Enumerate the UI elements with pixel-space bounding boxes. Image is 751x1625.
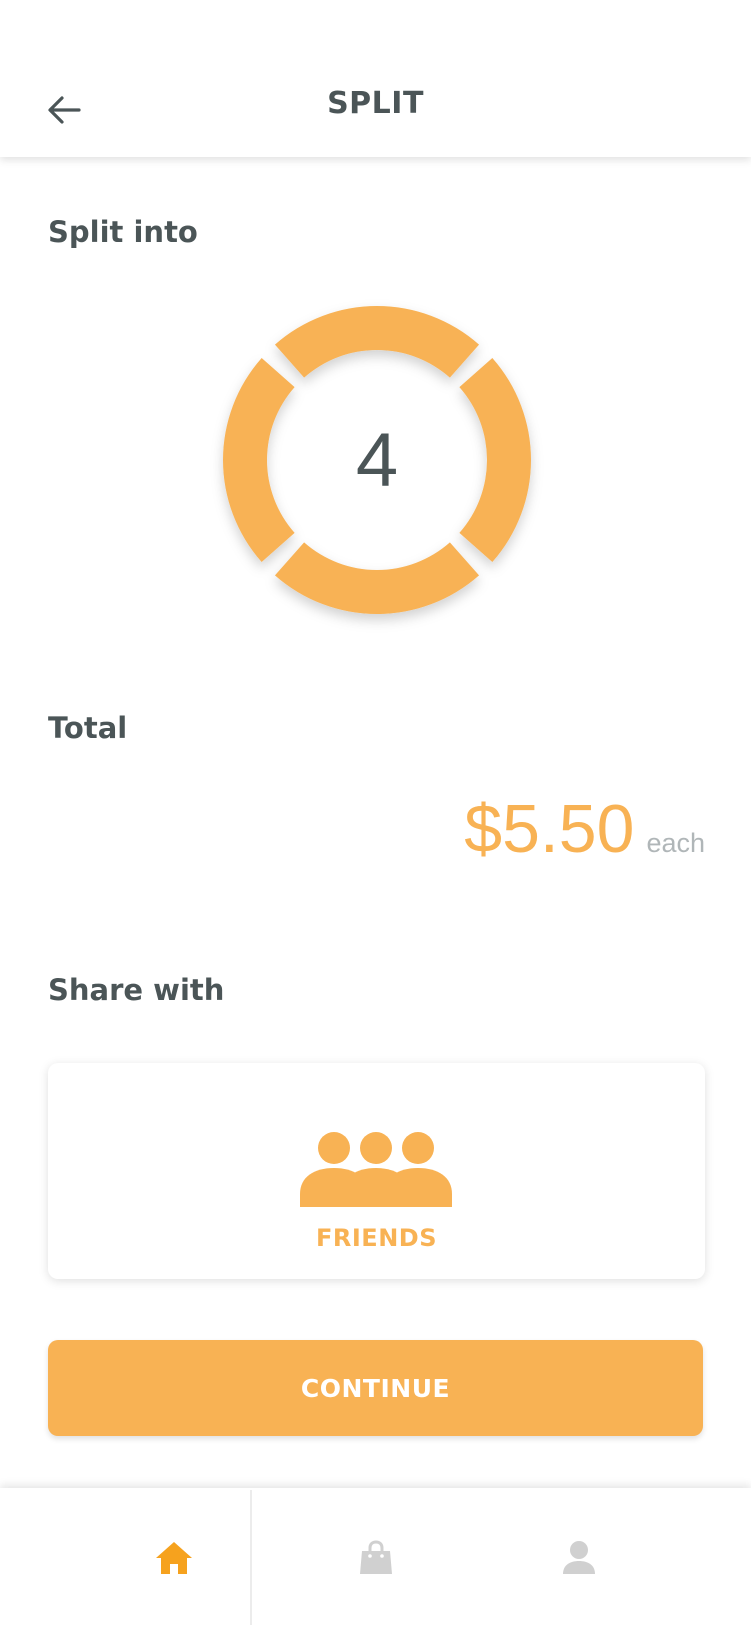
home-icon [156,1542,192,1574]
continue-button[interactable]: CONTINUE [48,1340,703,1436]
nav-profile[interactable] [559,1538,599,1578]
share-friends-card[interactable]: FRIENDS [48,1063,705,1279]
split-count-value: 4 [355,417,399,503]
bottom-nav [0,1488,751,1625]
app-header: SPLIT [0,0,751,157]
user-icon [563,1541,595,1574]
split-into-label: Split into [48,215,198,249]
shopping-bag-icon [360,1540,392,1574]
page-title: SPLIT [327,86,424,121]
friends-label: FRIENDS [316,1224,437,1252]
total-amount: $5.50 [464,791,635,867]
total-label: Total [48,711,128,745]
nav-shop[interactable] [356,1538,396,1578]
total-per-person: $5.50 each [464,790,705,868]
friends-icon [300,1132,452,1207]
nav-home[interactable] [154,1538,194,1578]
total-suffix: each [646,828,705,858]
share-with-label: Share with [48,973,225,1007]
nav-divider [250,1490,252,1625]
split-count-dial[interactable]: 4 [220,303,534,617]
split-screen: SPLIT Split into 4 Total $5.50 each Shar… [0,0,751,1625]
